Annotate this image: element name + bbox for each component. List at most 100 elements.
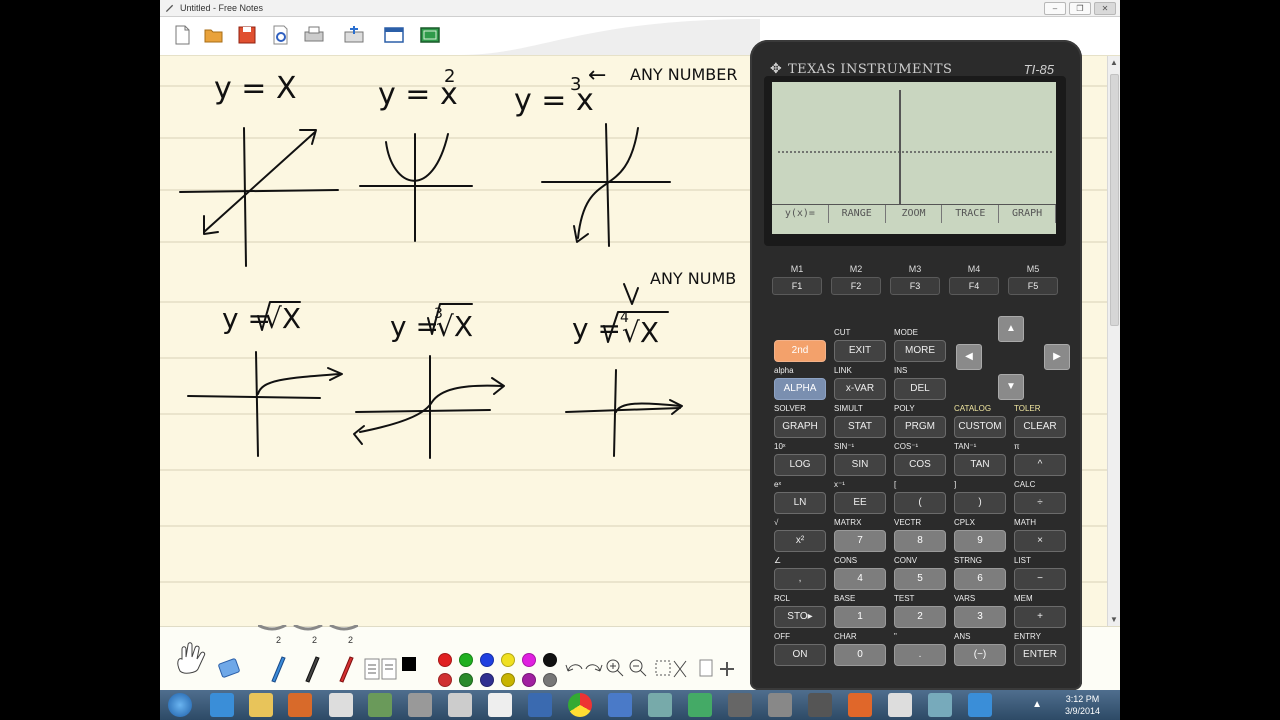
calc-key[interactable]: SIN — [834, 454, 886, 476]
scroll-up-icon[interactable]: ▲ — [1110, 58, 1118, 67]
calc-key[interactable]: 6 — [954, 568, 1006, 590]
internet-explorer-icon[interactable] — [210, 693, 234, 717]
calc-key[interactable]: 3 — [954, 606, 1006, 628]
internet-explorer-icon-2[interactable] — [968, 693, 992, 717]
blue-marker-icon[interactable] — [264, 653, 288, 683]
app-icon-8[interactable] — [488, 693, 512, 717]
arrow-up-key[interactable]: ▲ — [998, 316, 1024, 342]
save-icon[interactable] — [235, 23, 259, 47]
calc-key[interactable]: ^ — [1014, 454, 1066, 476]
zoom-icons[interactable] — [604, 657, 650, 679]
calc-key[interactable]: (−) — [954, 644, 1006, 666]
app-icon-12[interactable] — [648, 693, 672, 717]
calc-key[interactable]: x-VAR — [834, 378, 886, 400]
calc-key[interactable]: ) — [954, 492, 1006, 514]
undo-redo-icons[interactable] — [564, 659, 604, 679]
calc-key[interactable]: 9 — [954, 530, 1006, 552]
restore-button[interactable]: ❐ — [1069, 2, 1091, 15]
calc-key[interactable]: DEL — [894, 378, 946, 400]
hand-tool-icon[interactable] — [172, 641, 208, 677]
calc-key[interactable]: TAN — [954, 454, 1006, 476]
calc-key[interactable]: , — [774, 568, 826, 590]
app-icon-19[interactable] — [928, 693, 952, 717]
calc-key[interactable]: STAT — [834, 416, 886, 438]
calc-key[interactable]: × — [1014, 530, 1066, 552]
calc-key[interactable]: − — [1014, 568, 1066, 590]
current-color-swatch[interactable] — [402, 657, 416, 671]
color-swatch[interactable] — [501, 673, 515, 687]
window-icon[interactable] — [382, 23, 406, 47]
arrow-left-key[interactable]: ◀ — [956, 344, 982, 370]
calc-key[interactable]: EE — [834, 492, 886, 514]
app-icon-13[interactable] — [688, 693, 712, 717]
calc-key[interactable]: 4 — [834, 568, 886, 590]
color-swatch[interactable] — [543, 653, 557, 667]
color-swatch[interactable] — [459, 673, 473, 687]
tray-expand-icon[interactable]: ▲ — [1032, 699, 1042, 710]
calc-key[interactable]: x² — [774, 530, 826, 552]
line-width-icon[interactable] — [364, 657, 398, 681]
print-icon[interactable] — [302, 23, 326, 47]
pen-app-icon[interactable] — [329, 693, 353, 717]
open-folder-icon[interactable] — [202, 23, 226, 47]
calc-key[interactable]: 7 — [834, 530, 886, 552]
arrow-right-key[interactable]: ▶ — [1044, 344, 1070, 370]
green-board-icon[interactable] — [418, 23, 442, 47]
calc-key[interactable]: ON — [774, 644, 826, 666]
file-explorer-icon[interactable] — [249, 693, 273, 717]
calc-key[interactable]: PRGM — [894, 416, 946, 438]
pencil-icon[interactable] — [298, 653, 322, 683]
red-marker-icon[interactable] — [332, 653, 356, 683]
print-preview-icon[interactable] — [268, 23, 292, 47]
color-swatch[interactable] — [438, 653, 452, 667]
free-notes-taskbar-icon[interactable] — [888, 693, 912, 717]
calc-key[interactable]: 8 — [894, 530, 946, 552]
color-swatch[interactable] — [501, 653, 515, 667]
calc-key[interactable]: STO▸ — [774, 606, 826, 628]
calc-key[interactable]: CUSTOM — [954, 416, 1006, 438]
app-icon-11[interactable] — [608, 693, 632, 717]
pen-size-tabs[interactable]: 2 2 2 — [258, 625, 358, 647]
calc-key[interactable]: 2 — [894, 606, 946, 628]
calc-key[interactable]: + — [1014, 606, 1066, 628]
new-note-icon[interactable] — [170, 23, 194, 47]
calc-key[interactable]: ALPHA — [774, 378, 826, 400]
minimize-button[interactable]: – — [1044, 2, 1066, 15]
scroll-down-icon[interactable]: ▼ — [1110, 615, 1118, 624]
chrome-icon[interactable] — [568, 693, 592, 717]
taskbar-clock[interactable]: 3:12 PM 3/9/2014 — [1065, 693, 1100, 717]
start-button-icon[interactable] — [168, 693, 192, 717]
media-player-icon[interactable] — [288, 693, 312, 717]
vertical-scrollbar[interactable]: ▲ ▼ — [1107, 56, 1120, 626]
calc-key[interactable]: ( — [894, 492, 946, 514]
color-swatch[interactable] — [522, 673, 536, 687]
device-icon[interactable] — [448, 693, 472, 717]
calc-key[interactable]: MORE — [894, 340, 946, 362]
calc-key[interactable]: LOG — [774, 454, 826, 476]
calc-key[interactable]: 0 — [834, 644, 886, 666]
calc-key[interactable]: . — [894, 644, 946, 666]
app-icon-16[interactable] — [808, 693, 832, 717]
calculator-icon[interactable] — [408, 693, 432, 717]
calc-key[interactable]: EXIT — [834, 340, 886, 362]
color-swatch[interactable] — [522, 653, 536, 667]
calc-key[interactable]: 1 — [834, 606, 886, 628]
calc-key[interactable]: CLEAR — [1014, 416, 1066, 438]
calc-key[interactable]: GRAPH — [774, 416, 826, 438]
color-swatch[interactable] — [459, 653, 473, 667]
export-icon[interactable] — [342, 23, 366, 47]
app-icon-9[interactable] — [528, 693, 552, 717]
app-icon-5[interactable] — [368, 693, 392, 717]
app-icon-14[interactable] — [728, 693, 752, 717]
color-swatch[interactable] — [543, 673, 557, 687]
calc-key[interactable]: COS — [894, 454, 946, 476]
eraser-icon[interactable] — [216, 655, 242, 681]
app-icon-15[interactable] — [768, 693, 792, 717]
calc-key[interactable]: 2nd — [774, 340, 826, 362]
color-swatch[interactable] — [480, 673, 494, 687]
calc-key[interactable]: ENTER — [1014, 644, 1066, 666]
close-button[interactable]: ✕ — [1094, 2, 1116, 15]
calc-key[interactable]: LN — [774, 492, 826, 514]
color-swatch[interactable] — [480, 653, 494, 667]
calc-key[interactable]: 5 — [894, 568, 946, 590]
